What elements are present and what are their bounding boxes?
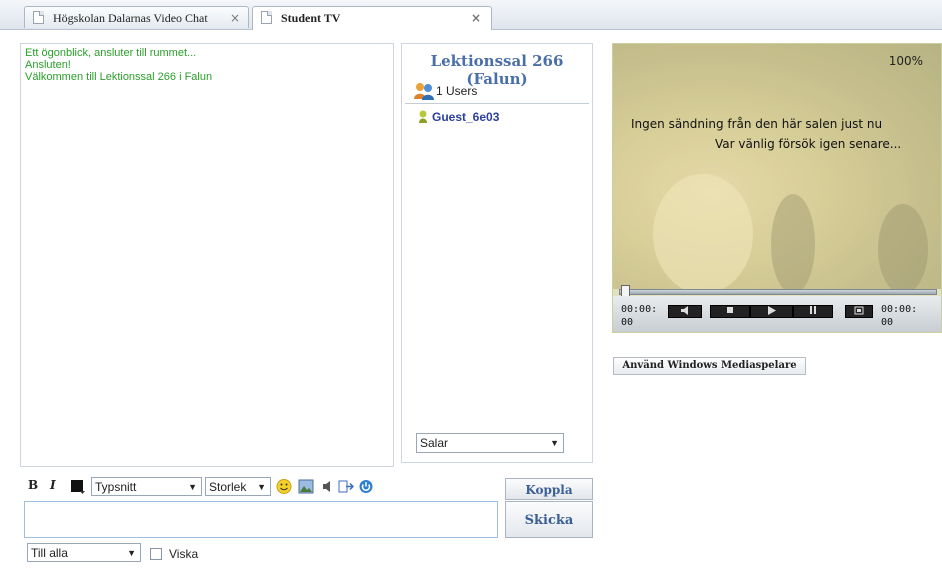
whisper-checkbox[interactable]	[150, 548, 162, 560]
italic-button[interactable]: I	[50, 478, 56, 492]
player-controls: 00:00:00 00:00:00	[613, 296, 941, 332]
tab-video-chat[interactable]: Högskolan Dalarnas Video Chat ×	[24, 6, 249, 28]
user-icon	[419, 110, 427, 123]
users-icon	[414, 83, 434, 100]
whisper-label: Viska	[169, 547, 199, 561]
smiley-icon[interactable]	[276, 479, 292, 494]
pause-icon	[810, 306, 816, 314]
pause-button[interactable]	[793, 305, 833, 318]
image-icon[interactable]	[298, 479, 314, 494]
video-area[interactable]: 100% Ingen sändning från den här salen j…	[613, 44, 941, 289]
time-elapsed: 00:00:00	[621, 304, 658, 328]
recipient-select-value: Till alla	[31, 546, 68, 560]
system-message: Ett ögonblick, ansluter till rummet...	[25, 47, 197, 59]
video-player: 100% Ingen sändning från den här salen j…	[612, 43, 942, 333]
play-button[interactable]	[750, 305, 793, 318]
dropdown-arrow-icon: ▼	[257, 482, 266, 492]
time-total: 00:00:00	[881, 304, 918, 328]
zoom-level: 100%	[888, 54, 923, 68]
video-background-image	[613, 44, 941, 289]
chat-log[interactable]: Ett ögonblick, ansluter till rummet... A…	[20, 43, 394, 467]
speaker-icon	[681, 306, 688, 315]
no-broadcast-message: Ingen sändning från den här salen just n…	[631, 117, 883, 131]
try-again-message: Var vänlig försök igen senare...	[715, 137, 902, 151]
close-icon[interactable]: ×	[230, 7, 240, 29]
document-icon	[33, 11, 44, 24]
tab-label: Student TV	[281, 11, 341, 25]
font-select[interactable]: Typsnitt ▼	[91, 477, 202, 496]
stop-icon	[727, 307, 733, 313]
user-count-row: 1 Users	[414, 82, 477, 100]
tab-bar: Högskolan Dalarnas Video Chat × Student …	[0, 0, 942, 30]
play-icon	[768, 306, 776, 315]
disconnect-button[interactable]: Koppla ner	[505, 478, 593, 517]
document-icon	[261, 11, 272, 24]
text-color-icon[interactable]	[70, 479, 86, 494]
dropdown-arrow-icon: ▼	[188, 482, 197, 492]
send-button[interactable]: Skicka	[505, 501, 593, 538]
size-select[interactable]: Storlek ▼	[205, 477, 271, 496]
users-panel: Lektionssal 266 (Falun) 1 Users Guest_6e…	[401, 43, 593, 463]
system-message: Ansluten!	[25, 59, 71, 71]
recipient-select[interactable]: Till alla ▼	[27, 543, 141, 562]
seek-bar[interactable]	[619, 289, 937, 295]
divider	[405, 103, 589, 104]
rooms-select[interactable]: Salar ▼	[416, 433, 564, 453]
font-select-value: Typsnitt	[95, 480, 137, 494]
user-name: Guest_6e03	[432, 110, 500, 124]
fullscreen-icon	[854, 306, 864, 315]
system-message: Välkommen till Lektionssal 266 i Falun	[25, 71, 213, 83]
rooms-select-value: Salar	[420, 436, 449, 450]
message-input[interactable]	[24, 501, 498, 538]
use-windows-media-player-button[interactable]: Använd Windows Mediaspelare	[613, 357, 806, 375]
tab-student-tv[interactable]: Student TV ×	[252, 6, 492, 30]
mute-button[interactable]	[668, 305, 702, 318]
power-icon[interactable]	[358, 479, 374, 494]
close-icon[interactable]: ×	[471, 7, 481, 29]
dropdown-arrow-icon: ▼	[127, 548, 136, 558]
sound-icon[interactable]	[320, 479, 336, 494]
fullscreen-button[interactable]	[845, 305, 873, 318]
dropdown-arrow-icon: ▼	[550, 438, 559, 448]
size-select-value: Storlek	[209, 480, 247, 494]
user-count: 1 Users	[436, 84, 478, 98]
tab-label: Högskolan Dalarnas Video Chat	[53, 11, 208, 25]
exit-icon[interactable]	[338, 479, 355, 494]
bold-button[interactable]: B	[28, 478, 38, 492]
stop-button[interactable]	[710, 305, 750, 318]
